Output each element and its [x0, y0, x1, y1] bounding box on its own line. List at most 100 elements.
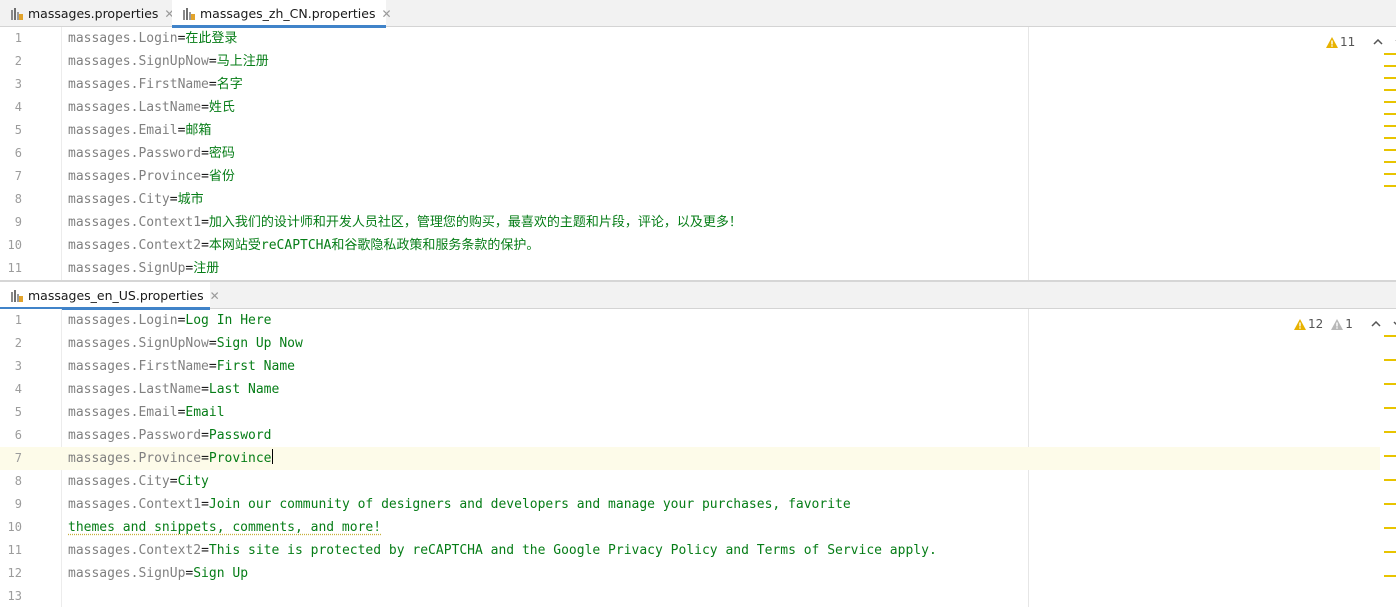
warning-stripe-mark[interactable]	[1384, 551, 1396, 553]
code-editor-top[interactable]: 1 massages.Login=在此登录 2 massages.SignUpNow=…	[0, 27, 1396, 280]
warning-stripe-mark[interactable]	[1384, 125, 1396, 127]
tab-bar-top: massages.properties ✕ massages_zh_CN.pro…	[0, 0, 1396, 28]
warning-stripe-mark[interactable]	[1384, 65, 1396, 67]
code-line[interactable]: 4 massages.LastName=Last Name	[0, 378, 1380, 401]
property-key: massages.Province	[68, 169, 202, 184]
warning-stripe-mark[interactable]	[1384, 335, 1396, 337]
warning-stripe-mark[interactable]	[1384, 575, 1396, 577]
warning-icon	[1294, 318, 1306, 330]
line-number: 10	[7, 238, 22, 252]
property-key: massages.Context1	[68, 215, 202, 230]
equals-sign: =	[201, 238, 209, 253]
chevron-up-icon[interactable]	[1367, 315, 1385, 333]
code-line[interactable]: 8 massages.City=城市	[0, 188, 1380, 211]
property-key: massages.Province	[68, 451, 202, 466]
code-line[interactable]: 2 massages.SignUpNow=马上注册	[0, 50, 1380, 73]
warning-stripe-mark[interactable]	[1384, 455, 1396, 457]
warning-stripe-mark[interactable]	[1384, 137, 1396, 139]
code-line[interactable]: 9 massages.Context1=Join our community of…	[0, 493, 1380, 516]
line-number: 3	[14, 77, 22, 91]
equals-sign: =	[169, 192, 178, 207]
code-line[interactable]: 12 massages.SignUp=Sign Up	[0, 562, 1380, 585]
chevron-down-icon[interactable]	[1391, 33, 1396, 51]
property-key: massages.Context2	[68, 238, 202, 253]
inspection-widget[interactable]: 12 1	[1288, 315, 1396, 333]
code-line[interactable]: 10 themes and snippets, comments, and mor…	[0, 516, 1380, 539]
warning-stripe-mark[interactable]	[1384, 149, 1396, 151]
line-number: 9	[14, 497, 22, 511]
close-tab-icon[interactable]: ✕	[381, 7, 391, 21]
code-line[interactable]: 3 massages.FirstName=名字	[0, 73, 1380, 96]
property-key: massages.LastName	[68, 382, 202, 397]
equals-sign: =	[208, 77, 217, 92]
code-editor-bottom[interactable]: 1 massages.Login = Log In Here 2 massages.Sig…	[0, 309, 1396, 607]
code-line[interactable]: 1 massages.Login=在此登录	[0, 27, 1380, 50]
warning-stripe-mark[interactable]	[1384, 101, 1396, 103]
code-line[interactable]: 7 massages.Province=省份	[0, 165, 1380, 188]
code-text: massages.LastName=Last Name	[68, 378, 279, 401]
warning-stripe-mark[interactable]	[1384, 173, 1396, 175]
line-number: 11	[7, 261, 22, 275]
property-value: 马上注册	[216, 54, 269, 69]
property-value: Log In Here	[185, 313, 272, 328]
warning-stripe-mark[interactable]	[1384, 383, 1396, 385]
warning-stripe-mark[interactable]	[1384, 89, 1396, 91]
warnings-indicator[interactable]: 12	[1294, 317, 1323, 331]
warning-stripe-mark[interactable]	[1384, 113, 1396, 115]
warning-stripe-mark[interactable]	[1384, 503, 1396, 505]
code-line[interactable]: 6 massages.Password=Password	[0, 424, 1380, 447]
line-number: 6	[14, 428, 22, 442]
warning-stripe-mark[interactable]	[1384, 431, 1396, 433]
code-line[interactable]: 6 massages.Password=密码	[0, 142, 1380, 165]
property-key: massages.SignUpNow	[68, 336, 209, 351]
property-value: 密码	[208, 146, 235, 161]
equals-sign: =	[201, 215, 209, 230]
property-key: massages.City	[68, 474, 170, 489]
tab-label: massages_zh_CN.properties	[200, 6, 376, 21]
equals-sign: =	[201, 543, 209, 558]
property-value: Sign Up	[193, 566, 249, 581]
line-number: 12	[7, 566, 22, 580]
chevron-up-icon[interactable]	[1369, 33, 1387, 51]
tab-massages-en-us-properties[interactable]: massages_en_US.properties ✕	[0, 282, 220, 310]
tab-massages-properties[interactable]: massages.properties ✕	[0, 0, 174, 27]
warning-stripe-mark[interactable]	[1384, 407, 1396, 409]
line-number: 5	[14, 405, 22, 419]
warning-stripe-mark[interactable]	[1384, 527, 1396, 529]
code-line[interactable]: 1 massages.Login=Log In Here	[0, 309, 1380, 332]
weak-warnings-indicator[interactable]: 1	[1331, 317, 1353, 331]
equals-sign: =	[201, 428, 209, 443]
code-line[interactable]: 8 massages.City=City	[0, 470, 1380, 493]
code-line[interactable]: 4 massages.LastName=姓氏	[0, 96, 1380, 119]
warnings-indicator[interactable]: 11	[1326, 35, 1355, 49]
property-value: 邮箱	[185, 123, 212, 138]
code-line[interactable]: 10 massages.Context2=本网站受reCAPTCHA和谷歌隐私政策…	[0, 234, 1380, 257]
close-tab-icon[interactable]: ✕	[210, 289, 220, 303]
warning-stripe-mark[interactable]	[1384, 161, 1396, 163]
code-line[interactable]: 11 massages.Context2=This site is protect…	[0, 539, 1380, 562]
code-text: massages.FirstName=First Name	[68, 355, 295, 378]
chevron-down-icon[interactable]	[1389, 315, 1396, 333]
code-line[interactable]: 3 massages.FirstName=First Name	[0, 355, 1380, 378]
warning-stripe-mark[interactable]	[1384, 185, 1396, 187]
property-value: Email	[185, 405, 225, 420]
code-line[interactable]: 5 massages.Email=Email	[0, 401, 1380, 424]
warning-stripe-mark[interactable]	[1384, 77, 1396, 79]
code-line[interactable]: 7 massages.Province=Province	[0, 447, 1380, 470]
code-line[interactable]: 2 massages.SignUpNow=Sign Up Now	[0, 332, 1380, 355]
properties-file-icon	[10, 289, 24, 303]
warning-stripe-mark[interactable]	[1384, 53, 1396, 55]
code-text: massages.SignUp=Sign Up	[68, 562, 248, 585]
warning-stripe-mark[interactable]	[1384, 359, 1396, 361]
code-line[interactable]: 9 massages.Context1=加入我们的设计师和开发人员社区，管理您的购…	[0, 211, 1380, 234]
code-line[interactable]: 13	[0, 585, 1380, 607]
tab-label: massages_en_US.properties	[28, 288, 204, 303]
line-number: 7	[14, 169, 22, 183]
code-line[interactable]: 11 massages.SignUp=注册	[0, 257, 1380, 280]
property-value: 名字	[216, 77, 243, 92]
inspection-widget[interactable]: 11	[1320, 33, 1396, 51]
code-line[interactable]: 5 massages.Email=邮箱	[0, 119, 1380, 142]
warning-stripe-mark[interactable]	[1384, 479, 1396, 481]
tab-massages-zh-cn-properties[interactable]: massages_zh_CN.properties ✕	[172, 0, 392, 28]
property-key: massages.Login	[68, 313, 178, 328]
